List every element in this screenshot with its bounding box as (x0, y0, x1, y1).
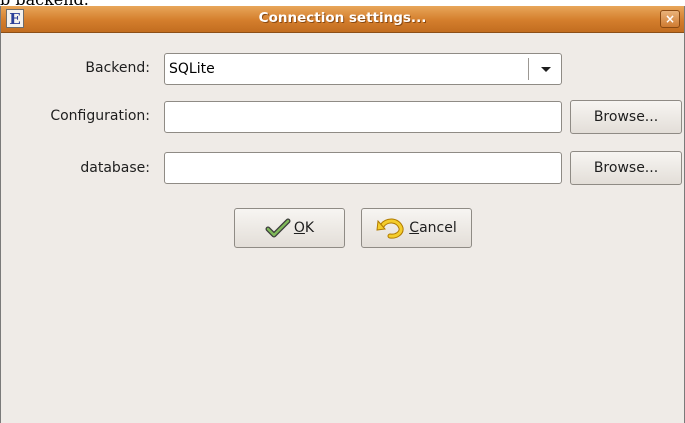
close-icon[interactable]: × (660, 10, 680, 28)
ok-label: K (304, 220, 315, 236)
ok-button[interactable]: OK (234, 208, 345, 248)
backend-selected-value: SQLite (169, 61, 215, 77)
database-label: database: (80, 160, 150, 176)
title-bar[interactable]: E Connection settings... × (1, 6, 684, 33)
undo-arrow-icon (376, 218, 404, 239)
database-input[interactable] (164, 152, 562, 184)
backend-combobox[interactable]: SQLite (164, 53, 562, 85)
connection-settings-dialog: E Connection settings... × Backend: SQLi… (0, 6, 685, 423)
cancel-label: ancel (419, 220, 457, 236)
browse-database-button[interactable]: Browse... (570, 151, 682, 185)
window-title: Connection settings... (258, 10, 427, 26)
configuration-label: Configuration: (50, 108, 150, 124)
cancel-button[interactable]: Cancel (361, 208, 472, 248)
ok-mnemonic: O (293, 220, 305, 236)
browse-configuration-button[interactable]: Browse... (570, 100, 682, 134)
cancel-mnemonic: C (409, 220, 420, 236)
configuration-input[interactable] (164, 101, 562, 133)
combo-separator (528, 58, 529, 80)
backend-label: Backend: (85, 60, 150, 76)
ok-icon (265, 218, 291, 238)
chevron-down-icon[interactable] (541, 67, 551, 72)
